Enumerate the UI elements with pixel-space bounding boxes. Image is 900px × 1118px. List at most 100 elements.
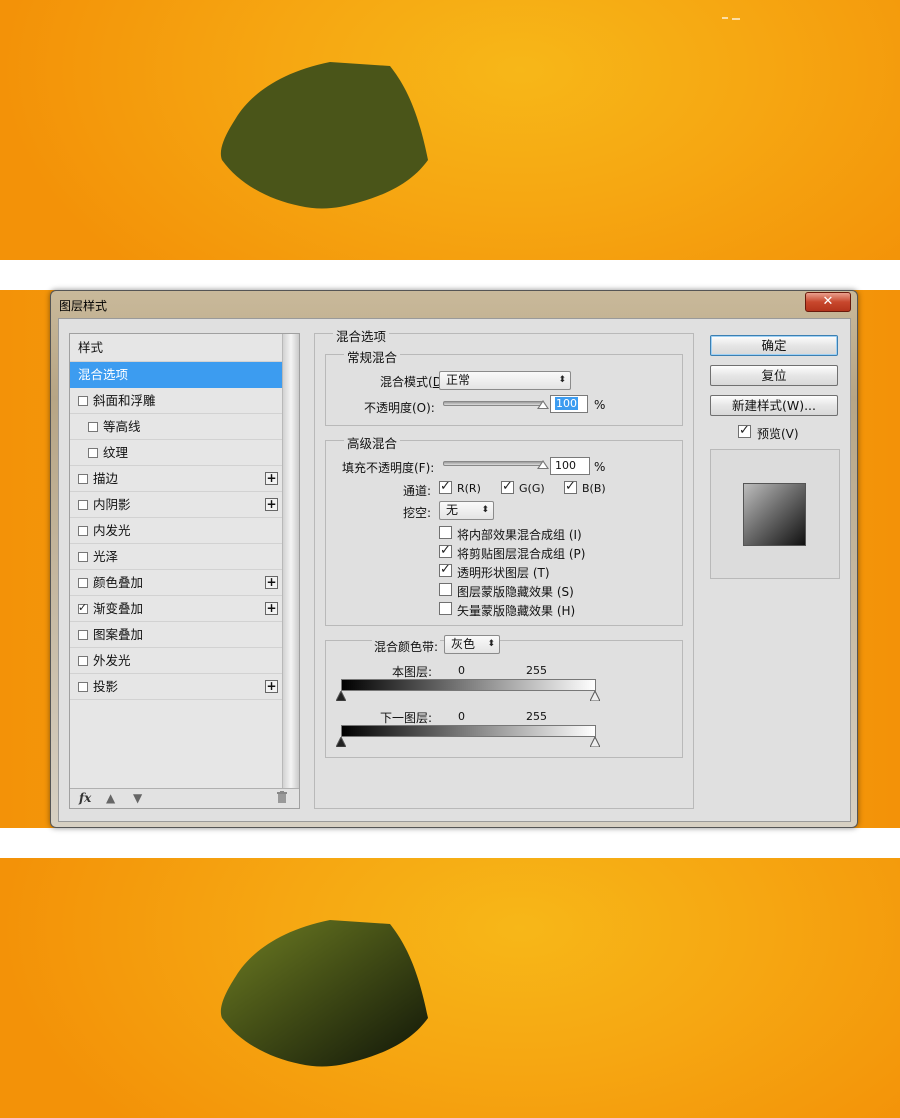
styles-item-9[interactable]: 渐变叠加 + (70, 596, 282, 622)
styles-item-checkbox[interactable] (88, 448, 98, 458)
advanced-blending-title: 高级混合 (344, 433, 401, 452)
styles-item-checkbox[interactable] (78, 552, 88, 562)
vector-mask-hides-effects-checkbox[interactable] (439, 602, 452, 615)
styles-item-label: 等高线 (103, 419, 141, 434)
fill-opacity-slider-thumb[interactable] (537, 460, 549, 469)
ok-button[interactable]: 确定 (710, 335, 838, 356)
add-effect-plus-icon[interactable]: + (265, 576, 278, 589)
add-effect-plus-icon[interactable]: + (265, 498, 278, 511)
styles-item-12[interactable]: 投影 + (70, 674, 282, 700)
general-blending-group: 常规混合 混合模式(D): 正常 ⬍ 不透明度(O): 100 % (325, 347, 683, 426)
new-style-button[interactable]: 新建样式(W)... (710, 395, 838, 416)
opacity-slider-thumb[interactable] (537, 400, 549, 409)
fill-opacity-slider[interactable] (443, 460, 549, 469)
styles-item-7[interactable]: 光泽 (70, 544, 282, 570)
styles-item-label: 外发光 (93, 653, 131, 668)
knockout-select[interactable]: 无 ⬍ (439, 501, 494, 520)
channel-r-label: R(R) (457, 482, 481, 495)
underlying-layer-gradient-ramp (341, 725, 596, 737)
underlying-layer-white-thumb[interactable] (590, 737, 600, 747)
styles-item-label: 颜色叠加 (93, 575, 144, 590)
channel-g-label: G(G) (519, 482, 545, 495)
knockout-value: 无 (446, 503, 459, 517)
styles-list: 样式 混合选项斜面和浮雕等高线纹理描边 + 内阴影 + 内发光光泽颜色叠加 + 渐变叠加 + 图… (69, 333, 300, 809)
styles-item-checkbox[interactable] (78, 682, 88, 692)
separator-bottom (0, 828, 900, 858)
blend-clipped-layers-label: 将剪贴图层混合成组 (P) (457, 547, 586, 561)
knockout-label: 挖空: (403, 506, 432, 520)
styles-item-checkbox[interactable] (78, 604, 88, 614)
vector-mask-hides-effects-label: 矢量蒙版隐藏效果 (H) (457, 604, 576, 618)
separator-top (0, 260, 900, 290)
opacity-unit: % (594, 398, 606, 412)
blend-if-label: 混合颜色带: (372, 638, 441, 655)
styles-item-label: 内阴影 (93, 497, 131, 512)
advanced-blending-group: 高级混合 填充不透明度(F): 100 % 通道: R(R) G(G) B(B)… (325, 433, 683, 626)
styles-item-checkbox[interactable] (78, 474, 88, 484)
opacity-label: 不透明度(O): (364, 401, 435, 415)
layer-style-dialog: 图层样式 ✕ 样式 混合选项 斜面和浮雕 等高线 纹理 描边 + 内阴影 + 内发光 光泽 颜色叠加… (50, 290, 858, 828)
styles-list-scrollbar[interactable] (282, 334, 299, 790)
underlying-layer-high: 255 (526, 710, 547, 723)
channel-r-checkbox[interactable] (439, 479, 452, 494)
opacity-input[interactable]: 100 (550, 395, 588, 413)
trash-icon[interactable] (276, 791, 288, 807)
shape-after (220, 920, 428, 1067)
fill-opacity-input[interactable]: 100 (550, 457, 590, 475)
canvas-before (0, 0, 900, 260)
styles-item-1[interactable]: 斜面和浮雕 (70, 388, 282, 414)
blend-if-group: 混合颜色带: 灰色 ⬍ 本图层: 0 255 下一图层: 0 255 (325, 635, 683, 758)
channel-b-checkbox[interactable] (564, 479, 577, 494)
preview-checkbox[interactable] (738, 423, 751, 438)
styles-item-6[interactable]: 内发光 (70, 518, 282, 544)
styles-item-label: 渐变叠加 (93, 601, 144, 616)
styles-item-checkbox[interactable] (78, 396, 88, 406)
transparency-shapes-layer-checkbox[interactable] (439, 562, 452, 577)
styles-item-checkbox[interactable] (78, 526, 88, 536)
styles-item-5[interactable]: 内阴影 + (70, 492, 282, 518)
styles-item-2[interactable]: 等高线 (70, 414, 282, 440)
styles-item-checkbox[interactable] (78, 656, 88, 666)
this-layer-black-thumb[interactable] (336, 691, 346, 701)
blend-mode-value: 正常 (446, 373, 471, 387)
this-layer-white-thumb[interactable] (590, 691, 600, 701)
blend-clipped-layers-checkbox[interactable] (439, 543, 452, 558)
channel-g-checkbox[interactable] (501, 479, 514, 494)
add-effect-plus-icon[interactable]: + (265, 680, 278, 693)
underlying-layer-black-thumb[interactable] (336, 737, 346, 747)
blend-interior-effects-checkbox[interactable] (439, 526, 452, 539)
styles-item-4[interactable]: 描边 + (70, 466, 282, 492)
underlying-layer-low: 0 (458, 710, 465, 723)
fx-button[interactable]: fx (79, 791, 91, 805)
channels-label: 通道: (403, 484, 432, 498)
style-preview-box (710, 449, 840, 579)
arrow-up-icon[interactable]: ▲ (106, 791, 115, 805)
styles-item-10[interactable]: 图案叠加 (70, 622, 282, 648)
styles-item-label: 图案叠加 (93, 627, 144, 642)
chevron-updown-icon: ⬍ (487, 639, 495, 649)
this-layer-label: 本图层: (392, 665, 433, 679)
add-effect-plus-icon[interactable]: + (265, 472, 278, 485)
styles-header[interactable]: 样式 (70, 334, 282, 362)
blend-mode-select[interactable]: 正常 ⬍ (439, 371, 571, 390)
styles-item-3[interactable]: 纹理 (70, 440, 282, 466)
close-button[interactable]: ✕ (805, 292, 851, 312)
layer-mask-hides-effects-checkbox[interactable] (439, 583, 452, 596)
reset-button[interactable]: 复位 (710, 365, 838, 386)
opacity-slider[interactable] (443, 400, 549, 409)
styles-item-checkbox[interactable] (78, 630, 88, 640)
chevron-updown-icon: ⬍ (558, 375, 566, 385)
add-effect-plus-icon[interactable]: + (265, 602, 278, 615)
styles-item-8[interactable]: 颜色叠加 + (70, 570, 282, 596)
blend-if-select[interactable]: 灰色 ⬍ (444, 635, 500, 654)
general-blending-title: 常规混合 (344, 347, 401, 366)
styles-item-0[interactable]: 混合选项 (70, 362, 282, 388)
dialog-title: 图层样式 (59, 299, 108, 313)
styles-rows: 样式 混合选项斜面和浮雕等高线纹理描边 + 内阴影 + 内发光光泽颜色叠加 + 渐变叠加 + 图… (70, 334, 282, 700)
styles-item-label: 混合选项 (78, 367, 129, 382)
styles-item-checkbox[interactable] (78, 500, 88, 510)
styles-item-checkbox[interactable] (88, 422, 98, 432)
arrow-down-icon[interactable]: ▼ (133, 791, 142, 805)
styles-item-checkbox[interactable] (78, 578, 88, 588)
styles-item-11[interactable]: 外发光 (70, 648, 282, 674)
